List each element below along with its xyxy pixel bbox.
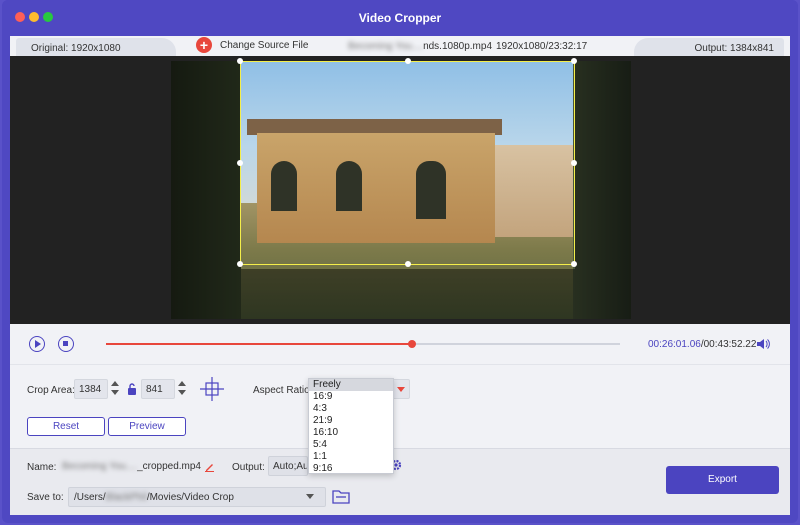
crop-handle-left[interactable] <box>237 160 243 166</box>
crop-handle-top-right[interactable] <box>571 58 577 64</box>
crop-width-field[interactable]: 1384 <box>74 379 108 399</box>
crop-selection-box[interactable] <box>237 58 577 267</box>
aspect-option[interactable]: 5:4 <box>309 439 393 451</box>
aspect-option[interactable]: 1:1 <box>309 451 393 463</box>
crop-width-stepper[interactable] <box>110 381 120 397</box>
reset-button[interactable]: Reset <box>27 417 105 436</box>
crop-handle-bottom-right[interactable] <box>571 261 577 267</box>
source-file-meta: 1920x1080/23:32:17 <box>496 41 588 52</box>
folder-icon[interactable] <box>332 489 350 504</box>
plus-icon: + <box>196 37 212 53</box>
stop-icon[interactable] <box>58 336 74 352</box>
aspect-option[interactable]: 16:10 <box>309 427 393 439</box>
crop-handle-bottom[interactable] <box>405 261 411 267</box>
info-bar: Original: 1920x1080 + Change Source File… <box>10 36 790 56</box>
crop-settings: Crop Area: 1384 841 Aspect Ratio: Reset … <box>10 364 790 448</box>
aspect-ratio-dropdown: Freely 16:9 4:3 21:9 16:10 5:4 1:1 9:16 <box>308 378 394 474</box>
save-to-label: Save to: <box>27 492 64 503</box>
main-panel: Original: 1920x1080 + Change Source File… <box>10 36 790 515</box>
aspect-option[interactable]: 4:3 <box>309 403 393 415</box>
crop-handle-bottom-left[interactable] <box>237 261 243 267</box>
crop-handle-top[interactable] <box>405 58 411 64</box>
crop-handle-right[interactable] <box>571 160 577 166</box>
crop-height-field[interactable]: 841 <box>141 379 175 399</box>
progress-bar[interactable] <box>106 340 620 348</box>
output-settings: Name: Becoming You...._cropped.mp4 Outpu… <box>10 448 790 515</box>
chevron-down-icon <box>397 387 405 392</box>
video-preview <box>10 56 790 324</box>
aspect-option[interactable]: 21:9 <box>309 415 393 427</box>
crop-handle-top-left[interactable] <box>237 58 243 64</box>
chevron-down-icon[interactable] <box>306 494 314 499</box>
export-button[interactable]: Export <box>666 466 779 494</box>
output-format-field[interactable]: Auto;Auto <box>268 456 308 476</box>
change-source-button[interactable]: + Change Source File <box>196 37 308 53</box>
original-resolution: Original: 1920x1080 <box>16 38 176 56</box>
source-file-name: Becoming You....nds.1080p.mp4 <box>348 41 493 52</box>
name-label: Name: <box>27 462 57 473</box>
playback-controls: 00:26:01.06/00:43:52.22 <box>10 324 790 364</box>
save-path-field[interactable]: /Users/BlackPhil/Movies/Video Crop <box>68 487 326 507</box>
window-title: Video Cropper <box>358 11 442 25</box>
preview-button[interactable]: Preview <box>108 417 186 436</box>
crop-height-stepper[interactable] <box>177 381 187 397</box>
volume-icon[interactable] <box>756 337 770 351</box>
time-readout: 00:26:01.06/00:43:52.22 <box>648 339 757 350</box>
progress-fill <box>106 343 412 345</box>
output-resolution: Output: 1384x841 <box>634 38 784 56</box>
center-crop-icon[interactable] <box>199 376 225 402</box>
change-source-label: Change Source File <box>220 39 309 51</box>
crop-area-label: Crop Area: <box>27 385 75 396</box>
progress-knob[interactable] <box>407 340 416 348</box>
output-label: Output: <box>232 462 265 473</box>
play-icon[interactable] <box>29 336 45 352</box>
aspect-option[interactable]: 9:16 <box>309 463 393 475</box>
aspect-ratio-label: Aspect Ratio: <box>253 385 313 396</box>
aspect-option[interactable]: Freely <box>309 379 393 391</box>
app-window: Video Cropper Original: 1920x1080 + Chan… <box>2 0 798 523</box>
edit-name-icon[interactable] <box>204 461 215 472</box>
unlock-icon[interactable] <box>127 383 137 395</box>
output-file-name: Becoming You...._cropped.mp4 <box>62 461 201 472</box>
aspect-option[interactable]: 16:9 <box>309 391 393 403</box>
title-bar: Video Cropper <box>2 0 798 36</box>
